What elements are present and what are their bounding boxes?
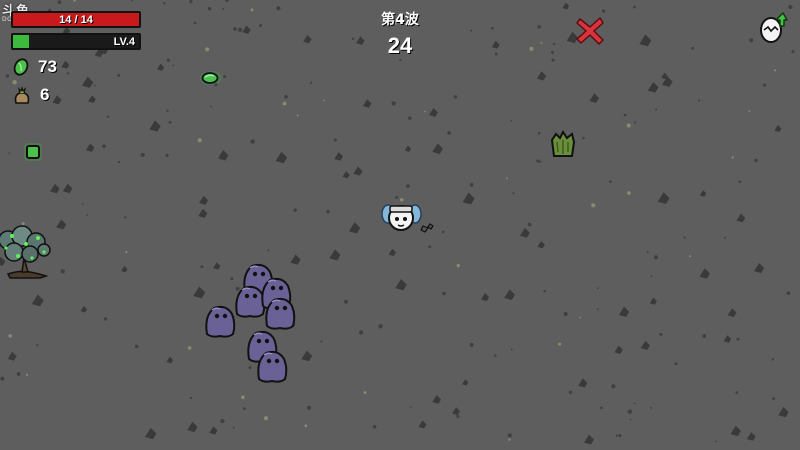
- bag-value: 6: [40, 85, 50, 104]
- game-viewport[interactable]: 斗鱼 DOUYU.COM 14 / 14 LV.4 73 6 第4波 24: [0, 0, 800, 450]
- egg-upgrade-icon[interactable]: [756, 10, 790, 44]
- enemy-swarm: [205, 263, 296, 383]
- red-x-icon[interactable]: [574, 15, 606, 47]
- bag-counter: 6: [12, 85, 49, 105]
- purple-blob-enemy: [235, 285, 266, 318]
- health-bar: 14 / 14: [11, 11, 141, 28]
- purple-blob-enemy: [205, 305, 236, 338]
- materials-value: 73: [38, 57, 57, 76]
- wave-label: 第4波: [381, 12, 419, 28]
- level-text: LV.4: [113, 36, 135, 48]
- wave-timer: 24: [387, 33, 413, 58]
- green-material-icon: [13, 58, 29, 76]
- purple-blob-enemy: [257, 350, 288, 383]
- health-text: 14 / 14: [59, 14, 93, 26]
- experience-bar-fill: [13, 35, 30, 48]
- purple-blob-enemy: [265, 297, 296, 330]
- materials-counter: 73: [12, 57, 57, 77]
- experience-bar: LV.4: [11, 33, 141, 50]
- bag-icon: [14, 86, 30, 104]
